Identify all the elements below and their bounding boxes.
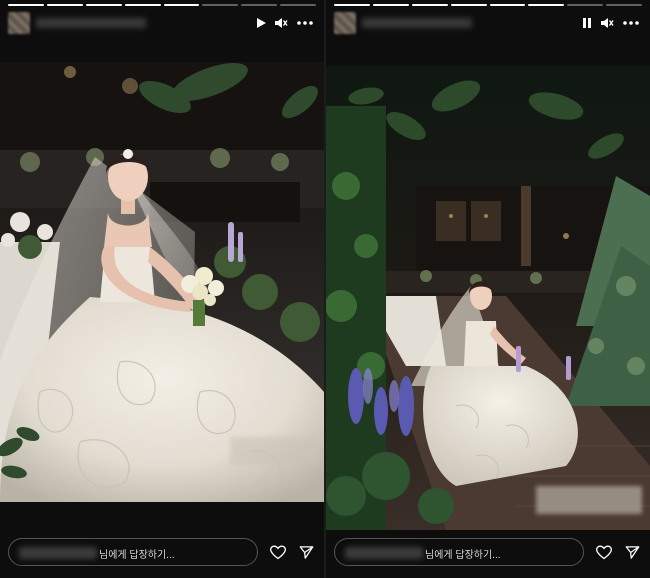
story-header	[8, 10, 316, 36]
mute-button[interactable]	[272, 14, 290, 32]
bride-photo-right	[326, 66, 650, 530]
username-blurred[interactable]	[36, 18, 146, 28]
progress-segment	[372, 4, 409, 6]
send-icon	[625, 545, 639, 559]
pause-icon	[583, 18, 591, 28]
more-options-button[interactable]	[296, 14, 314, 32]
more-icon	[623, 21, 639, 25]
pause-button[interactable]	[578, 14, 596, 32]
story-panel-right: 님에게 답장하기...	[326, 0, 650, 578]
progress-segment	[85, 4, 122, 6]
reply-input[interactable]: 님에게 답장하기...	[334, 538, 584, 566]
progress-bar	[8, 4, 316, 6]
reply-placeholder: 님에게 답장하기...	[99, 550, 175, 561]
more-icon	[297, 21, 313, 25]
share-button[interactable]	[622, 542, 642, 562]
progress-segment	[46, 4, 83, 6]
play-icon	[257, 18, 266, 28]
progress-segment	[450, 4, 487, 6]
story-photo	[326, 66, 650, 530]
username-blurred[interactable]	[362, 18, 472, 28]
story-photo	[0, 62, 324, 502]
story-panel-left: 님에게 답장하기...	[0, 0, 324, 578]
reply-placeholder: 님에게 답장하기...	[425, 550, 501, 561]
progress-segment	[163, 4, 200, 6]
progress-segment	[241, 4, 278, 6]
progress-segment	[334, 4, 370, 6]
heart-icon	[596, 544, 612, 559]
progress-segment	[280, 4, 316, 6]
progress-segment	[411, 4, 448, 6]
progress-segment	[606, 4, 642, 6]
progress-segment	[8, 4, 44, 6]
play-button[interactable]	[252, 14, 270, 32]
avatar[interactable]	[8, 12, 30, 34]
like-button[interactable]	[594, 542, 614, 562]
progress-segment	[567, 4, 604, 6]
progress-segment	[202, 4, 239, 6]
mute-icon	[275, 18, 288, 28]
progress-segment	[489, 4, 526, 6]
like-button[interactable]	[268, 542, 288, 562]
send-icon	[299, 545, 313, 559]
bride-photo-left	[0, 62, 324, 502]
reply-input[interactable]: 님에게 답장하기...	[8, 538, 258, 566]
progress-bar	[334, 4, 642, 6]
reply-username-blurred	[19, 547, 97, 559]
progress-segment	[124, 4, 161, 6]
share-button[interactable]	[296, 542, 316, 562]
reply-username-blurred	[345, 547, 423, 559]
avatar[interactable]	[334, 12, 356, 34]
mute-button[interactable]	[598, 14, 616, 32]
heart-icon	[270, 544, 286, 559]
story-header	[334, 10, 642, 36]
mute-icon	[601, 18, 614, 28]
more-options-button[interactable]	[622, 14, 640, 32]
progress-segment	[528, 4, 565, 6]
